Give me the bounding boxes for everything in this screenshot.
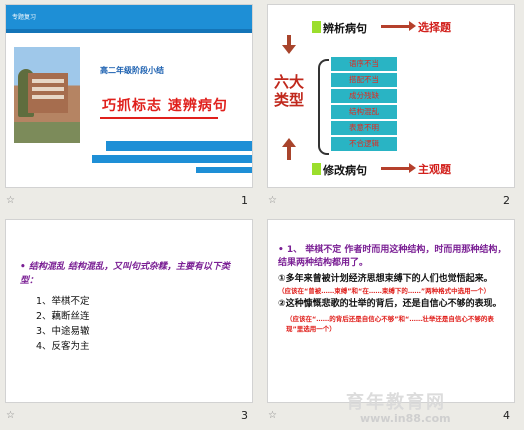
top-heading: 辨析病句 [323,22,367,35]
type-item: 结构混乱 [331,105,397,119]
example-2: ②这种慷慨悲歌的壮举的背后，还是自信心不够的表现。 [278,299,502,309]
type-item: 成分残缺 [331,89,397,103]
type-item: 搭配不当 [331,73,397,87]
list-item: 4、反客为主 [36,341,90,352]
watermark-url: www.in88.com [360,412,451,425]
example-1: ①多年来曾被计划经济思想束缚下的人们也觉悟起来。 [278,274,493,284]
slide-1: 专题复习 高二年级阶段小结 巧抓标志 速辨病句 [5,4,253,188]
type-item: 不合逻辑 [331,137,397,151]
type-count-label: 六大类型 [273,73,304,109]
top-right-label: 选择题 [418,21,451,34]
star-icon[interactable]: ☆ [268,195,277,206]
slide-body: • 1、 举棋不定 作者时而用这种结构，时而用那种结构，结果两种结构都用了。 ①… [278,244,510,334]
note-2: （应该在“……的背后还是自信心不够”和“……壮举还是自信心不够的表现”里选用一个… [286,315,494,333]
watermark: 育年教育网 [346,392,446,413]
list-item: 2、藕断丝连 [36,311,90,322]
star-icon[interactable]: ☆ [6,195,15,206]
type-item: 语序不当 [331,57,397,71]
slide-4: • 1、 举棋不定 作者时而用这种结构，时而用那种结构，结果两种结构都用了。 ①… [267,219,515,403]
star-icon[interactable]: ☆ [6,410,15,421]
point-text: • 1、 举棋不定 作者时而用这种结构，时而用那种结构，结果两种结构都用了。 [278,245,507,268]
slide-number: 2 [503,194,510,207]
type-list: 1、举棋不定 2、藕断丝连 3、中途易辙 4、反客为主 [36,294,90,354]
slide-tag: 专题复习 [12,14,37,21]
school-photo [14,47,80,143]
bottom-right-label: 主观题 [418,163,451,176]
arrow-down-icon [282,45,296,54]
slide-subtitle: 高二年级阶段小结 [100,66,164,75]
slide-2: 辨析病句 选择题 六大类型 语序不当 搭配不当 成分残缺 结构混乱 表意不明 不… [267,4,515,188]
slide-number: 1 [241,194,248,207]
arrow-right-icon [381,167,411,170]
intro-text: • 结构混乱 结构混乱，又叫句式杂糅，主要有以下类型： [20,262,231,286]
slide-number: 4 [503,409,510,422]
type-list: 语序不当 搭配不当 成分残缺 结构混乱 表意不明 不合逻辑 [331,57,397,153]
slide-thumbnail-3[interactable]: • 结构混乱 结构混乱，又叫句式杂糅，主要有以下类型： 1、举棋不定 2、藕断丝… [0,215,262,430]
slide-3: • 结构混乱 结构混乱，又叫句式杂糅，主要有以下类型： 1、举棋不定 2、藕断丝… [5,219,253,403]
arrow-right-icon [381,25,411,28]
slide-title: 巧抓标志 速辨病句 [102,98,228,114]
star-icon[interactable]: ☆ [268,410,277,421]
slide-number: 3 [241,409,248,422]
brace [318,59,329,155]
note-1: （应该在“曾被……束缚”和“在……束缚下的……”两种格式中选用一个） [278,287,491,295]
list-item: 1、举棋不定 [36,296,90,307]
slide-thumbnail-1[interactable]: 专题复习 高二年级阶段小结 巧抓标志 速辨病句 ☆ 1 [0,0,262,215]
list-item: 3、中途易辙 [36,326,90,337]
slide-thumbnail-2[interactable]: 辨析病句 选择题 六大类型 语序不当 搭配不当 成分残缺 结构混乱 表意不明 不… [262,0,524,215]
bottom-heading: 修改病句 [323,164,367,177]
type-item: 表意不明 [331,121,397,135]
